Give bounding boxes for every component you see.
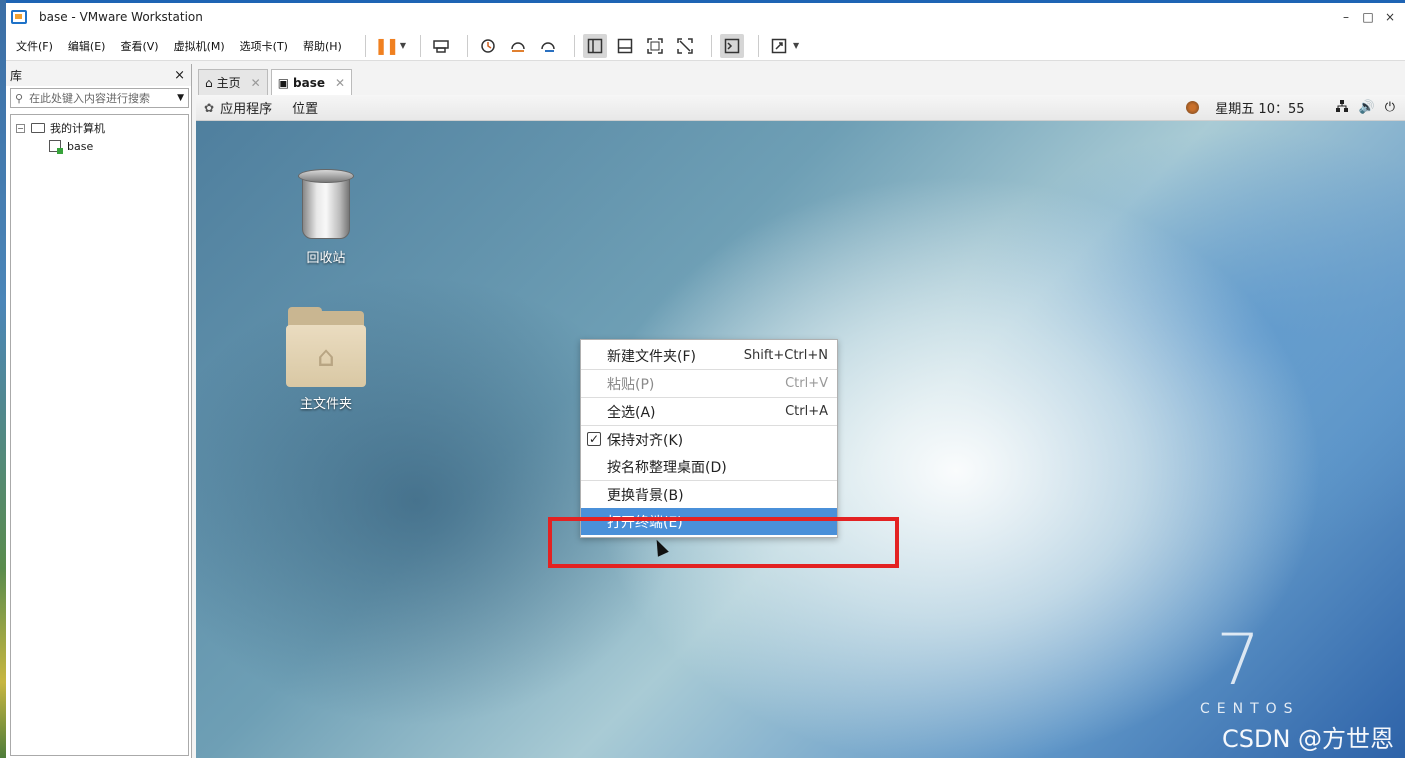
library-title: 库 — [10, 68, 23, 83]
maximize-button[interactable]: □ — [1357, 10, 1379, 24]
library-panel: 库 × ⚲ ▼ − 我的计算机 base — [6, 64, 192, 758]
show-thumbnail-bar-icon[interactable] — [613, 34, 637, 58]
menu-item-shortcut: Ctrl+V — [785, 376, 828, 391]
vm-running-icon — [49, 140, 63, 154]
library-search-input[interactable] — [29, 91, 170, 105]
places-menu[interactable]: 位置 — [292, 98, 318, 117]
tab-home[interactable]: ⌂ 主页 ✕ — [198, 69, 268, 95]
desktop-icon-label: 回收站 — [306, 251, 346, 266]
red-highlight-box — [548, 517, 899, 568]
menu-item-new-folder[interactable]: 新建文件夹(F) Shift+Ctrl+N — [581, 342, 837, 369]
menu-item-shortcut: Ctrl+A — [785, 404, 828, 419]
library-header: 库 × — [6, 64, 191, 86]
tab-base[interactable]: ▣ base ✕ — [270, 69, 353, 95]
snapshot-manager-icon[interactable] — [536, 34, 560, 58]
full-screen-icon[interactable] — [643, 34, 667, 58]
menu-item-paste: 粘贴(P) Ctrl+V — [581, 370, 837, 397]
clock[interactable]: 星期五 10：55 — [1215, 98, 1304, 117]
tab-label: 主页 — [216, 76, 241, 90]
menu-item-shortcut: Shift+Ctrl+N — [743, 348, 828, 363]
tree-item-label: base — [67, 139, 94, 153]
tree-item-base[interactable]: base — [11, 137, 188, 155]
menu-vm[interactable]: 虚拟机(M) — [174, 38, 225, 54]
minimize-button[interactable]: – — [1335, 10, 1357, 24]
checkbox-checked-icon[interactable]: ✓ — [587, 432, 601, 446]
network-icon[interactable] — [1335, 99, 1349, 117]
menu-toolbar: 文件(F) 编辑(E) 查看(V) 虚拟机(M) 选项卡(T) 帮助(H) ❚❚… — [6, 31, 1405, 61]
applications-menu[interactable]: 应用程序 — [220, 98, 272, 117]
menu-item-change-background[interactable]: 更换背景(B) — [581, 481, 837, 508]
centos-version: 7 — [1216, 619, 1261, 701]
library-close-button[interactable]: × — [174, 68, 185, 83]
send-ctrl-alt-del-icon[interactable] — [429, 34, 453, 58]
close-button[interactable]: × — [1379, 10, 1401, 24]
unity-mode-icon[interactable] — [673, 34, 697, 58]
context-menu: 新建文件夹(F) Shift+Ctrl+N 粘贴(P) Ctrl+V 全选(A)… — [580, 339, 838, 538]
library-tree: − 我的计算机 base — [10, 114, 189, 756]
menu-item-label: 新建文件夹(F) — [607, 348, 696, 365]
toolbar-separator — [757, 34, 759, 57]
toolbar-separator — [466, 34, 468, 57]
toolbar-separator — [710, 34, 712, 57]
window-controls: – □ × — [1335, 10, 1401, 24]
snapshot-revert-icon[interactable] — [506, 34, 530, 58]
vm-icon: ▣ — [277, 75, 290, 90]
power-icon[interactable]: ⏻ — [1385, 100, 1395, 115]
search-dropdown-icon[interactable]: ▼ — [177, 93, 184, 103]
menu-item-select-all[interactable]: 全选(A) Ctrl+A — [581, 398, 837, 425]
system-tray: 星期五 10：55 🔊 ⏻ — [1186, 98, 1395, 117]
desktop-icon-home-folder[interactable]: ⌂ 主文件夹 — [271, 307, 381, 412]
gnome-foot-icon: ✿ — [204, 100, 215, 115]
menu-view[interactable]: 查看(V) — [120, 38, 158, 54]
desktop-icon-trash[interactable]: 回收站 — [271, 169, 381, 266]
home-icon: ⌂ — [205, 75, 213, 90]
tab-label: base — [293, 75, 326, 90]
toolbar-separator — [573, 34, 575, 57]
volume-icon[interactable]: 🔊 — [1359, 100, 1375, 115]
tree-item-label: 我的计算机 — [50, 122, 105, 135]
pause-dropdown-icon[interactable]: ▼ — [400, 41, 406, 50]
toolbar-separator — [364, 34, 366, 57]
guest-screen[interactable]: ✿ 应用程序 位置 星期五 10：55 🔊 ⏻ 回收站 ⌂ 主文件夹 新建文件夹… — [196, 95, 1405, 758]
close-tab-icon[interactable]: ✕ — [251, 76, 261, 90]
desktop-icon-label: 主文件夹 — [299, 397, 352, 412]
show-library-icon[interactable] — [582, 33, 607, 58]
gnome-top-bar: ✿ 应用程序 位置 星期五 10：55 🔊 ⏻ — [196, 95, 1405, 121]
menu-item-organize-by-name[interactable]: 按名称整理桌面(D) — [581, 453, 837, 480]
pause-icon[interactable]: ❚❚ — [374, 34, 399, 58]
vmware-window: base - VMware Workstation – □ × 文件(F) 编辑… — [6, 0, 1405, 758]
weather-icon[interactable] — [1186, 101, 1200, 114]
csdn-watermark: CSDN @方世恩 — [1222, 725, 1395, 753]
title-bar: base - VMware Workstation – □ × — [6, 3, 1405, 31]
menu-item-keep-aligned[interactable]: ✓ 保持对齐(K) — [581, 426, 837, 453]
vmware-app-icon — [11, 10, 27, 24]
stretch-dropdown-icon[interactable]: ▼ — [793, 41, 799, 50]
close-tab-icon[interactable]: ✕ — [335, 76, 345, 90]
console-view-icon[interactable] — [719, 33, 744, 58]
menu-tabs[interactable]: 选项卡(T) — [240, 38, 288, 54]
library-search: ⚲ ▼ — [10, 88, 189, 108]
menu-item-label: 粘贴(P) — [607, 376, 655, 393]
tree-item-my-computer[interactable]: − 我的计算机 — [11, 119, 188, 137]
tab-bar: ⌂ 主页 ✕ ▣ base ✕ — [198, 69, 355, 95]
computer-icon — [31, 123, 45, 133]
snapshot-take-icon[interactable] — [476, 34, 500, 58]
stretch-guest-icon[interactable] — [767, 34, 791, 58]
menu-file[interactable]: 文件(F) — [16, 38, 53, 54]
menu-item-label: 更换背景(B) — [607, 487, 684, 504]
menu-item-label: 按名称整理桌面(D) — [607, 459, 727, 476]
menu-item-label: 全选(A) — [607, 404, 656, 421]
menu-help[interactable]: 帮助(H) — [303, 38, 342, 54]
home-folder-icon: ⌂ — [286, 307, 366, 387]
centos-wordmark: CENTOS — [1200, 701, 1300, 717]
collapse-icon[interactable]: − — [16, 123, 25, 133]
desktop[interactable]: 回收站 ⌂ 主文件夹 新建文件夹(F) Shift+Ctrl+N 粘贴(P) C… — [196, 121, 1405, 758]
search-icon: ⚲ — [15, 91, 24, 105]
toolbar-separator — [419, 34, 421, 57]
trash-icon — [298, 169, 354, 241]
window-title: base - VMware Workstation — [39, 10, 203, 24]
menu-item-label: 保持对齐(K) — [607, 432, 684, 449]
menu-edit[interactable]: 编辑(E) — [68, 38, 106, 54]
